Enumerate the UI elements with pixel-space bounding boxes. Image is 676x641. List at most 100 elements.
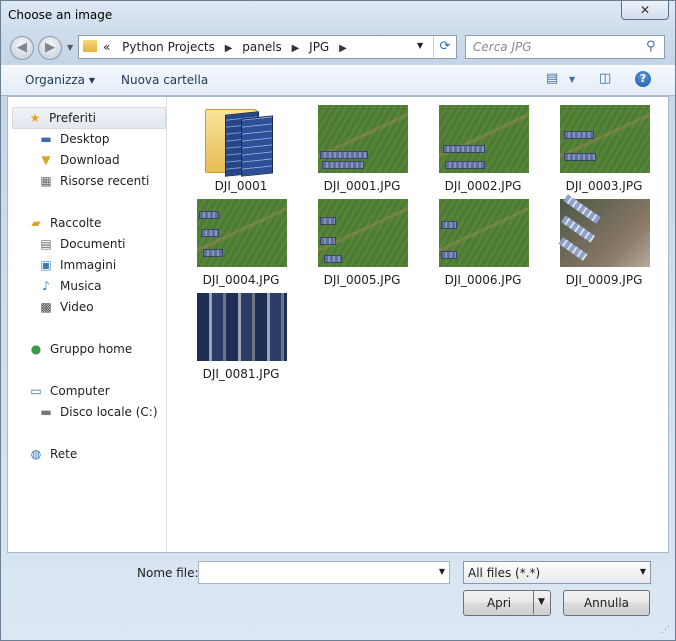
file-item-folder[interactable]: DJI_0001 [177,105,289,197]
search-input[interactable]: Cerca JPG ⚲ [465,35,665,59]
breadcrumb-separator[interactable]: ▶ [292,43,300,54]
image-thumbnail [318,105,408,173]
computer-icon: ▭ [30,384,42,398]
star-icon: ★ [29,111,41,125]
recent-places-icon: ▦ [40,174,52,188]
folder-icon [197,105,287,177]
chevron-down-icon: ▼ [639,567,646,576]
file-type-value: All files (*.*) [468,566,541,580]
dialog-footer: Nome file: ▼ All files (*.*) ▼ Apri ▼ An… [1,552,675,640]
image-thumbnail [439,105,529,173]
title-bar: Choose an image ✕ [1,1,675,29]
preview-pane-icon[interactable]: ◫ [599,71,611,86]
pictures-icon: ▣ [40,258,52,272]
sidebar-item-label: Video [60,300,94,314]
file-list: DJI_0001 DJI_0001.JPG DJI_0002.JPG DJI_0… [167,97,668,552]
file-item-image[interactable]: DJI_0001.JPG [298,105,410,197]
new-folder-button[interactable]: Nuova cartella [121,73,208,87]
filename-input[interactable]: ▼ [198,561,450,584]
search-placeholder: Cerca JPG [473,40,532,54]
breadcrumb-panels[interactable]: panels [242,40,282,54]
sidebar-item-label: Documenti [60,237,126,251]
breadcrumb-separator[interactable]: ▶ [225,43,233,54]
sidebar-item-preferiti[interactable]: ★ Preferiti [12,107,166,129]
recent-locations-dropdown[interactable]: ▼ [67,43,73,52]
forward-arrow-icon: ▶ [45,40,55,55]
file-item-image[interactable]: DJI_0003.JPG [540,105,652,197]
open-button-label: Apri [486,596,512,610]
folder-icon [83,40,97,52]
resize-grip-icon[interactable]: ⋰ [661,625,670,635]
open-options-dropdown-icon[interactable]: ▼ [533,590,549,614]
video-icon: ▩ [40,300,52,314]
sidebar-item-label: Gruppo home [50,342,133,356]
file-item-image[interactable]: DJI_0004.JPG [177,199,289,291]
sidebar-item-label: Risorse recenti [60,174,150,188]
close-button[interactable]: ✕ [621,1,669,20]
desktop-icon: ▬ [40,132,52,146]
search-icon[interactable]: ⚲ [646,39,656,54]
sidebar-item-label: Musica [60,279,102,293]
sidebar-item-label: Preferiti [49,111,96,125]
sidebar-item-label: Rete [50,447,78,461]
file-dialog-window: Choose an image ✕ ◀ ▶ ▼ « Python Project… [0,0,676,641]
image-thumbnail [197,293,287,361]
image-thumbnail [558,194,650,267]
sidebar-item-label: Immagini [60,258,117,272]
network-icon: ◍ [30,447,42,461]
help-icon[interactable]: ? [635,71,651,87]
homegroup-icon: ● [30,342,42,356]
file-name: DJI_0006.JPG [444,273,522,287]
sidebar-item-label: Disco locale (C:) [60,405,158,419]
filename-history-dropdown-icon[interactable]: ▼ [439,567,445,576]
file-item-image[interactable]: DJI_0006.JPG [419,199,531,291]
breadcrumb-python-projects[interactable]: Python Projects [122,40,215,54]
sidebar-item-label: Raccolte [50,216,102,230]
file-item-image[interactable]: DJI_0005.JPG [298,199,410,291]
sidebar-item-label: Desktop [60,132,110,146]
cancel-button[interactable]: Annulla [563,590,650,616]
change-view-icon[interactable]: ▤ [546,71,558,86]
forward-button[interactable]: ▶ [38,36,62,60]
image-thumbnail [318,199,408,267]
breadcrumb-separator[interactable]: ▶ [339,43,347,54]
file-item-image[interactable]: DJI_0002.JPG [419,105,531,197]
view-options-dropdown-icon[interactable]: ▼ [569,75,575,84]
file-item-image[interactable]: DJI_0081.JPG [177,293,289,385]
libraries-icon: ▰ [31,216,41,230]
file-name: DJI_0001 [214,179,268,193]
address-dropdown-icon[interactable]: ▼ [417,41,423,50]
organize-menu[interactable]: Organizza ▾ [25,73,95,87]
download-folder-icon: ▼ [41,153,51,167]
documents-icon: ▤ [40,237,52,251]
breadcrumb: « Python Projects ▶ panels ▶ JPG ▶ [103,40,353,54]
breadcrumb-overflow[interactable]: « [103,40,110,54]
address-bar[interactable]: « Python Projects ▶ panels ▶ JPG ▶ ▼ ⟳ [78,35,457,59]
file-name: DJI_0009.JPG [565,273,643,287]
sidebar-item-label: Download [60,153,120,167]
image-thumbnail [439,199,529,267]
file-name: DJI_0002.JPG [444,179,522,193]
image-thumbnail [197,199,287,267]
command-toolbar: Organizza ▾ Nuova cartella ▤ ▼ ◫ ? [1,65,675,96]
window-title: Choose an image [8,8,113,22]
back-button[interactable]: ◀ [10,36,34,60]
music-icon: ♪ [42,279,50,293]
file-name: DJI_0003.JPG [565,179,643,193]
image-thumbnail [560,105,650,173]
back-arrow-icon: ◀ [17,40,27,55]
file-name: DJI_0081.JPG [202,367,280,381]
file-type-select[interactable]: All files (*.*) ▼ [463,561,651,584]
filename-label: Nome file: [137,566,199,580]
drive-icon: ▬ [40,405,52,419]
refresh-icon[interactable]: ⟳ [433,36,456,58]
file-name: DJI_0004.JPG [202,273,280,287]
content-area: ★ Preferiti ▬ Desktop ▼ Download ▦ Risor… [7,96,669,553]
sidebar-item-label: Computer [50,384,110,398]
file-name: DJI_0001.JPG [323,179,401,193]
breadcrumb-jpg[interactable]: JPG [309,40,329,54]
file-name: DJI_0005.JPG [323,273,401,287]
navigation-pane: ★ Preferiti ▬ Desktop ▼ Download ▦ Risor… [8,97,167,552]
navigation-row: ◀ ▶ ▼ « Python Projects ▶ panels ▶ JPG ▶… [1,31,675,63]
file-item-image[interactable]: DJI_0009.JPG [540,194,652,291]
